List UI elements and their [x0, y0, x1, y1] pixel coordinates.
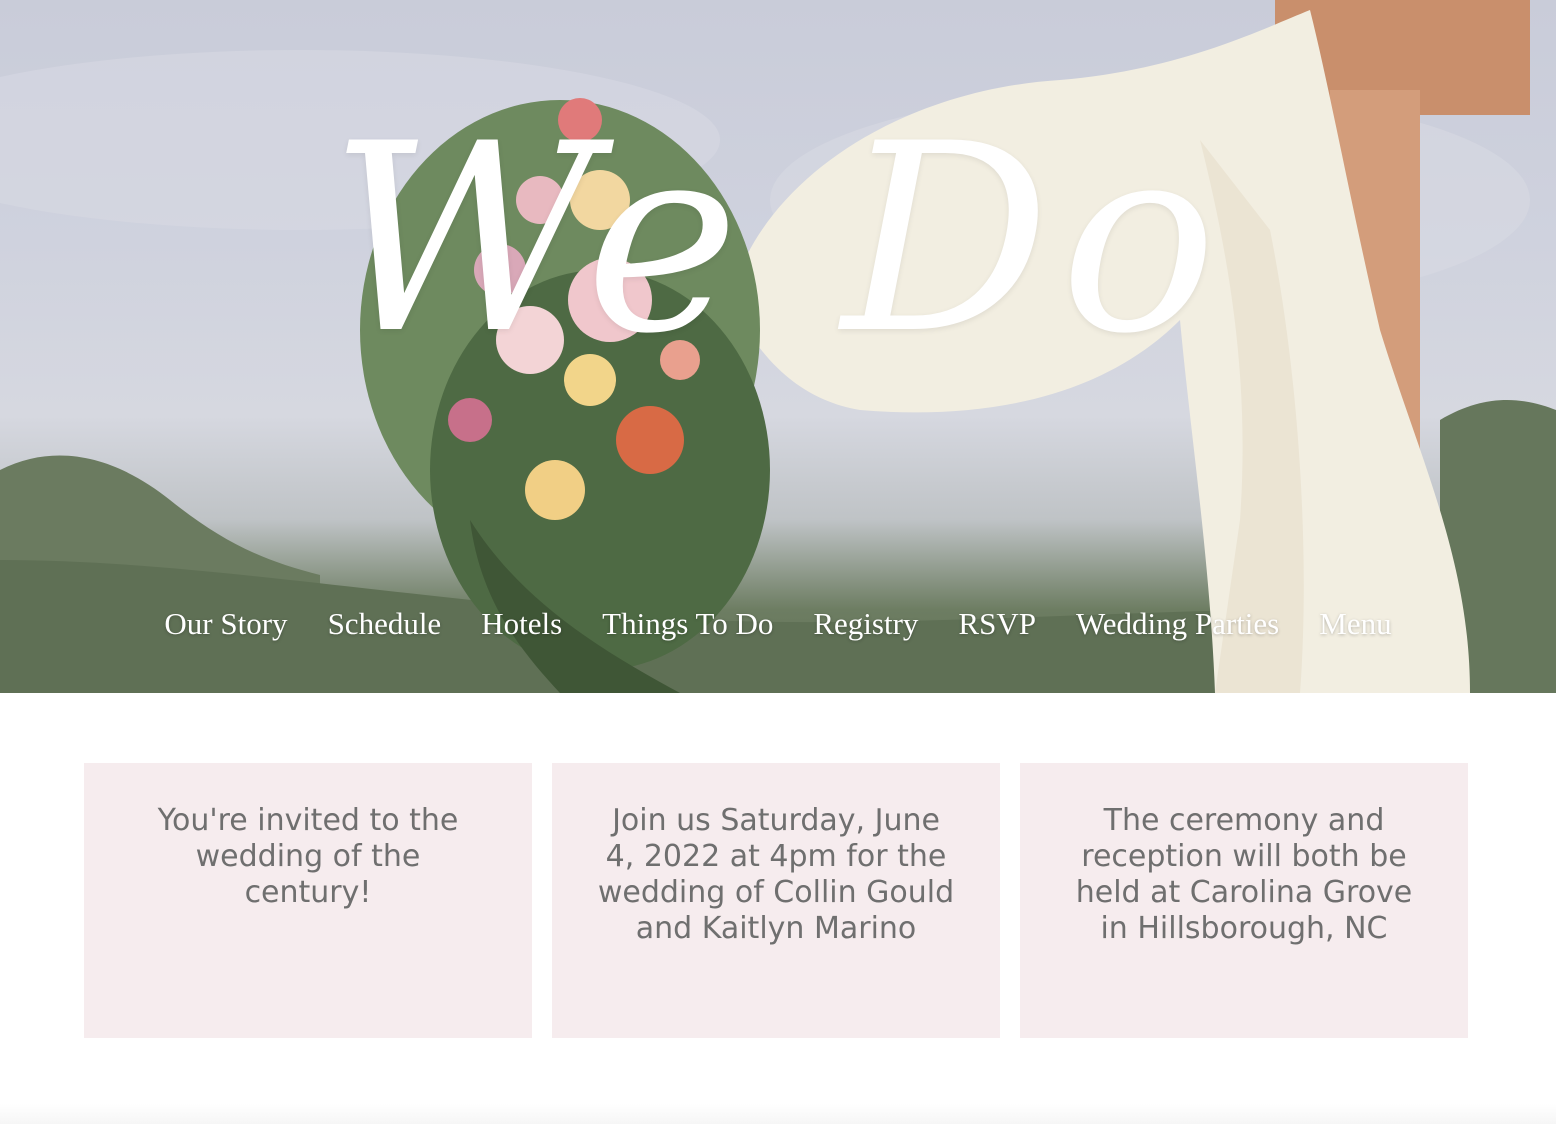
- nav-wedding-parties[interactable]: Wedding Parties: [1076, 600, 1279, 648]
- invitation-text: You're invited to the wedding of the cen…: [157, 803, 459, 910]
- hero-banner: We Do Our Story Schedule Hotels Things T…: [0, 0, 1556, 693]
- nav-schedule[interactable]: Schedule: [328, 600, 442, 648]
- nav-registry[interactable]: Registry: [813, 600, 918, 648]
- page-bottom-divider: [0, 1104, 1556, 1124]
- date-text: Join us Saturday, June 4, 2022 at 4pm fo…: [597, 803, 955, 946]
- info-cards: You're invited to the wedding of the cen…: [84, 763, 1468, 1038]
- venue-card: The ceremony and reception will both be …: [1020, 763, 1468, 1038]
- venue-text: The ceremony and reception will both be …: [1075, 803, 1413, 946]
- main-navigation: Our Story Schedule Hotels Things To Do R…: [0, 600, 1556, 648]
- nav-things-to-do[interactable]: Things To Do: [602, 600, 773, 648]
- invitation-card: You're invited to the wedding of the cen…: [84, 763, 532, 1038]
- date-card: Join us Saturday, June 4, 2022 at 4pm fo…: [552, 763, 1000, 1038]
- nav-hotels[interactable]: Hotels: [481, 600, 562, 648]
- nav-rsvp[interactable]: RSVP: [958, 600, 1036, 648]
- hero-title: We Do: [329, 89, 1227, 391]
- nav-menu[interactable]: Menu: [1319, 600, 1391, 648]
- nav-our-story[interactable]: Our Story: [164, 600, 287, 648]
